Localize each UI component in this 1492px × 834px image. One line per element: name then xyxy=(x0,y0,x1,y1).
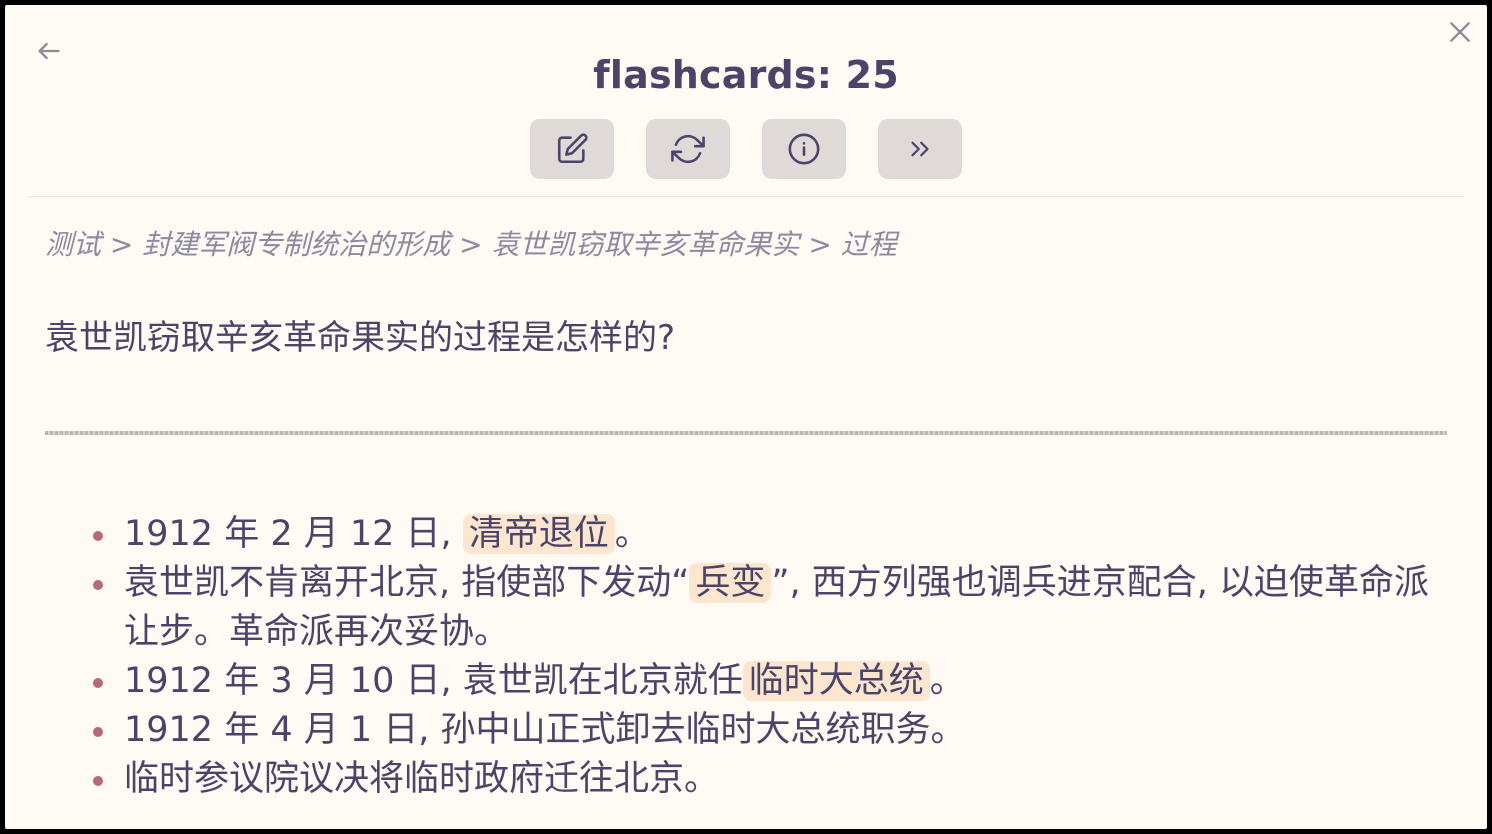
answer-item: 1912 年 2 月 12 日, 清帝退位。 xyxy=(83,510,1451,559)
card-answer-list: 1912 年 2 月 12 日, 清帝退位。 袁世凯不肯离开北京, 指使部下发动… xyxy=(83,510,1451,804)
skip-forward-icon xyxy=(911,141,929,157)
edit-icon xyxy=(557,133,588,164)
info-button[interactable] xyxy=(762,119,846,179)
toolbar xyxy=(530,119,962,179)
highlight: 临时大总统 xyxy=(742,661,930,701)
answer-item: 1912 年 4 月 1 日, 孙中山正式卸去临时大总统职务。 xyxy=(83,706,1451,755)
refresh-icon xyxy=(671,134,705,164)
skip-button[interactable] xyxy=(878,119,962,179)
highlight: 清帝退位 xyxy=(462,514,615,554)
info-icon xyxy=(788,133,820,165)
answer-item: 临时参议院议决将临时政府迁往北京。 xyxy=(83,755,1451,804)
header-divider xyxy=(28,196,1464,197)
card-question: 袁世凯窃取辛亥革命果实的过程是怎样的? xyxy=(45,318,676,358)
close-icon xyxy=(1450,22,1470,42)
reset-button[interactable] xyxy=(646,119,730,179)
answer-item: 袁世凯不肯离开北京, 指使部下发动“ 兵变”, 西方列强也调兵进京配合, 以迫使革… xyxy=(83,559,1451,657)
highlight: 兵变 xyxy=(689,563,772,603)
flashcard-window: flashcards: 25 测试 > 封建军阀专制统治的形成 > 袁世凯窃取辛… xyxy=(5,5,1487,829)
page-title: flashcards: 25 xyxy=(593,53,899,97)
breadcrumb: 测试 > 封建军阀专制统治的形成 > 袁世凯窃取辛亥革命果实 > 过程 xyxy=(45,228,897,261)
close-button[interactable] xyxy=(1445,17,1475,47)
edit-button[interactable] xyxy=(530,119,614,179)
question-answer-separator xyxy=(45,431,1447,435)
answer-item: 1912 年 3 月 10 日, 袁世凯在北京就任 临时大总统。 xyxy=(83,657,1451,706)
